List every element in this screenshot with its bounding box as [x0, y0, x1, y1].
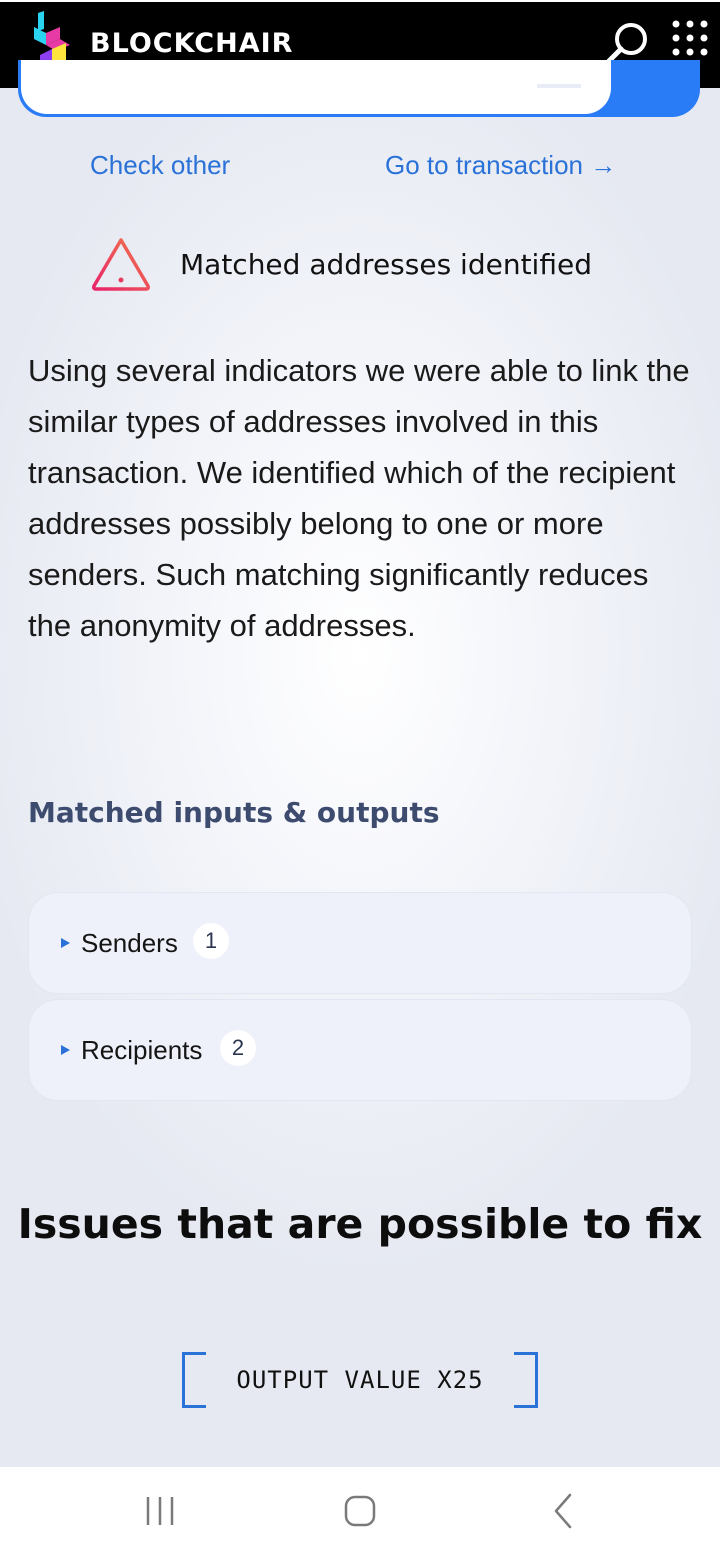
- apps-grid-icon[interactable]: [668, 18, 712, 66]
- search-input[interactable]: [21, 60, 611, 114]
- home-icon[interactable]: [336, 1489, 384, 1533]
- back-icon[interactable]: [540, 1489, 588, 1533]
- issues-heading: Issues that are possible to fix: [17, 1200, 703, 1248]
- alert-description: Using several indicators we were able to…: [28, 353, 690, 643]
- check-other-link[interactable]: Check other: [90, 150, 230, 181]
- go-to-transaction-link[interactable]: Go to transaction →: [385, 150, 616, 181]
- alert-title: Matched addresses identified: [180, 248, 592, 281]
- expand-triangle-icon: [61, 1045, 70, 1055]
- count-badge: 1: [193, 923, 229, 959]
- recipients-accordion[interactable]: Recipients 2: [28, 999, 692, 1101]
- brand-name[interactable]: BLOCKCHAIR: [90, 28, 293, 59]
- warning-triangle-icon: [92, 238, 150, 291]
- issue-tag[interactable]: OUTPUT VALUE X25: [182, 1352, 538, 1408]
- expand-triangle-icon: [61, 938, 70, 948]
- count-badge: 2: [220, 1030, 256, 1066]
- search-box[interactable]: [18, 60, 700, 117]
- issue-tag-label: OUTPUT VALUE X25: [236, 1366, 484, 1394]
- accordion-label: Recipients: [81, 1035, 203, 1065]
- accordion-label: Senders: [81, 928, 178, 958]
- recent-apps-icon[interactable]: [136, 1489, 184, 1533]
- system-navigation-bar: [0, 1467, 720, 1556]
- matched-section-title: Matched inputs & outputs: [28, 796, 440, 829]
- senders-accordion[interactable]: Senders 1: [28, 892, 692, 994]
- search-input-decoration: [537, 84, 581, 88]
